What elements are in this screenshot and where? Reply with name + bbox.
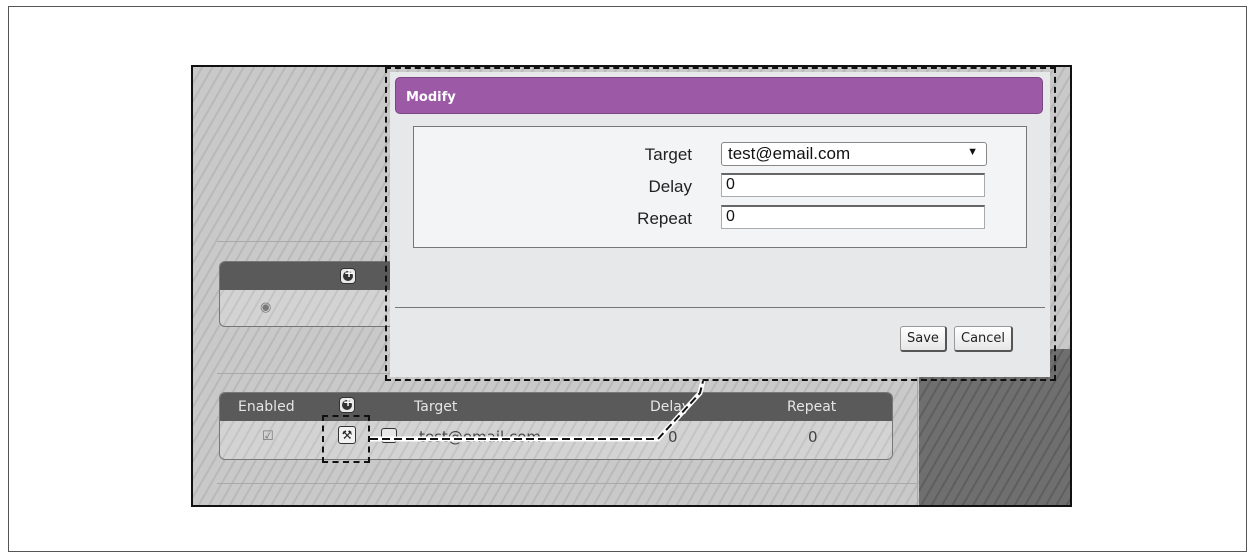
targets-table: Enabled Target Delay Repeat ☑ ⚒ test@ema…: [219, 392, 893, 460]
dialog-callout-outline: [385, 67, 1056, 381]
header-delay: Delay: [650, 399, 691, 415]
table-header: Enabled Target Delay Repeat: [220, 393, 892, 421]
table-row: ☑ ⚒ test@email.com 0 0: [220, 421, 892, 459]
row-target: test@email.com: [419, 428, 541, 446]
wrench-callout-outline: [322, 415, 370, 463]
section-divider: [217, 483, 917, 484]
plus-icon[interactable]: [340, 266, 356, 284]
plus-icon[interactable]: [339, 395, 355, 413]
row-delay: 0: [668, 428, 678, 446]
header-target: Target: [414, 399, 458, 415]
row-repeat: 0: [808, 428, 818, 446]
enabled-checkbox[interactable]: ☑: [262, 429, 274, 444]
radio-icon[interactable]: ◉: [260, 300, 271, 315]
header-repeat: Repeat: [787, 399, 837, 415]
delete-icon[interactable]: [381, 428, 397, 443]
header-enabled: Enabled: [238, 399, 295, 415]
